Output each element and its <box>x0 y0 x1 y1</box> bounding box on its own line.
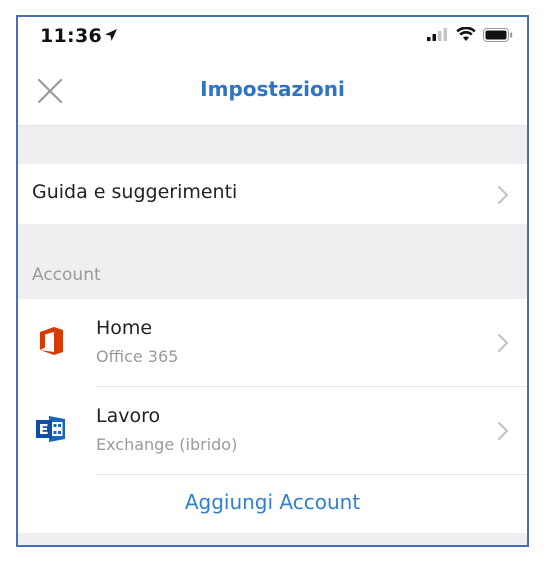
status-time: 11:36 <box>40 25 102 47</box>
account-row-home[interactable]: Home Office 365 <box>18 299 527 387</box>
cellular-signal-icon <box>427 28 447 41</box>
status-icons <box>427 27 513 42</box>
page-title: Impostazioni <box>200 77 345 101</box>
close-button[interactable] <box>34 75 66 107</box>
location-arrow-icon <box>105 29 117 41</box>
account-title: Lavoro <box>96 405 161 427</box>
account-subtitle: Exchange (ibrido) <box>96 435 238 454</box>
exchange-icon <box>36 416 65 442</box>
account-subtitle: Office 365 <box>96 347 179 366</box>
account-section-header: Account <box>32 265 101 285</box>
account-row-work[interactable]: Lavoro Exchange (ibrido) <box>18 387 527 475</box>
chevron-right-icon <box>498 186 508 204</box>
add-account-label: Aggiungi Account <box>184 490 361 514</box>
add-account-button[interactable]: Aggiungi Account <box>18 475 527 533</box>
battery-icon <box>483 27 513 42</box>
chevron-right-icon <box>498 334 508 352</box>
wifi-icon <box>456 27 476 41</box>
help-and-tips-label: Guida e suggerimenti <box>32 181 238 203</box>
help-and-tips-row[interactable]: Guida e suggerimenti <box>18 164 527 224</box>
status-bar: 11:36 <box>18 17 527 55</box>
navigation-bar: Impostazioni <box>18 55 527 126</box>
account-title: Home <box>96 317 153 339</box>
chevron-right-icon <box>498 422 508 440</box>
close-icon <box>37 78 63 104</box>
office-365-icon <box>40 327 63 355</box>
settings-screen: 11:36 Impostazioni Guida e suggerimenti … <box>16 15 529 547</box>
